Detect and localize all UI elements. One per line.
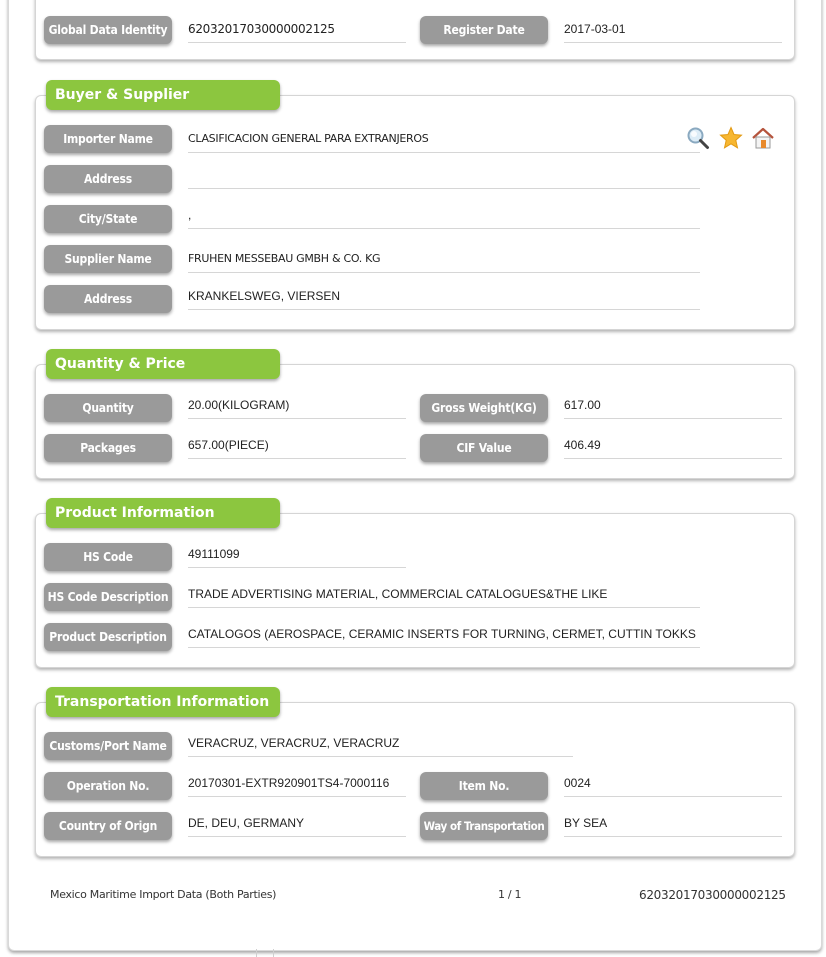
transportation-title: Transportation Information bbox=[46, 687, 280, 717]
country-of-origin-value: DE, DEU, GERMANY bbox=[188, 814, 406, 837]
item-no-label: Item No. bbox=[420, 772, 548, 800]
gross-weight-value: 617.00 bbox=[564, 396, 782, 419]
importer-name-label: Importer Name bbox=[44, 125, 172, 153]
home-icon[interactable] bbox=[751, 126, 775, 150]
quantity-value: 20.00(KILOGRAM) bbox=[188, 396, 406, 419]
product-title: Product Information bbox=[46, 498, 280, 528]
country-of-origin-label: Country of Orign bbox=[44, 812, 172, 840]
packages-label: Packages bbox=[44, 434, 172, 462]
bottom-divider bbox=[256, 949, 257, 957]
global-data-identity-value: 62032017030000002125 bbox=[188, 20, 406, 43]
city-state-value: , bbox=[188, 206, 700, 229]
city-state-label: City/State bbox=[44, 205, 172, 233]
hs-code-label: HS Code bbox=[44, 543, 172, 571]
quantity-price-title: Quantity & Price Information bbox=[46, 349, 280, 402]
customs-port-label: Customs/Port Name bbox=[44, 732, 172, 760]
supplier-name-label: Supplier Name bbox=[44, 245, 172, 273]
supplier-address-label: Address bbox=[44, 285, 172, 313]
importer-name-value: CLASIFICACION GENERAL PARA EXTRANJEROS bbox=[188, 130, 700, 153]
supplier-address-value: KRANKELSWEG, VIERSEN bbox=[188, 287, 700, 310]
footer-page: 1 / 1 bbox=[498, 888, 522, 901]
search-icon[interactable] bbox=[686, 126, 710, 150]
global-data-identity-label: Global Data Identity bbox=[44, 16, 172, 44]
customs-port-value: VERACRUZ, VERACRUZ, VERACRUZ bbox=[188, 734, 573, 757]
operation-no-label: Operation No. bbox=[44, 772, 172, 800]
register-date-value: 2017-03-01 bbox=[564, 20, 782, 43]
hs-code-value: 49111099 bbox=[188, 545, 406, 568]
footer-source: Mexico Maritime Import Data (Both Partie… bbox=[50, 888, 277, 901]
hs-code-description-label: HS Code Description bbox=[44, 583, 172, 611]
buyer-supplier-title: Buyer & Supplier Information bbox=[46, 80, 280, 133]
bottom-divider bbox=[273, 949, 274, 957]
item-no-value: 0024 bbox=[564, 774, 782, 797]
importer-address-value bbox=[188, 166, 700, 189]
register-date-label: Register Date bbox=[420, 16, 548, 44]
cif-value-value: 406.49 bbox=[564, 436, 782, 459]
hs-code-description-value: TRADE ADVERTISING MATERIAL, COMMERCIAL C… bbox=[188, 585, 700, 608]
importer-address-label: Address bbox=[44, 165, 172, 193]
quantity-label: Quantity bbox=[44, 394, 172, 422]
star-icon[interactable] bbox=[719, 126, 743, 150]
way-of-transportation-value: BY SEA bbox=[564, 814, 782, 837]
supplier-name-value: FRUHEN MESSEBAU GMBH & CO. KG bbox=[188, 250, 700, 273]
cif-value-label: CIF Value bbox=[420, 434, 548, 462]
way-of-transportation-label: Way of Transportation bbox=[420, 812, 548, 840]
product-description-label: Product Description bbox=[44, 623, 172, 651]
packages-value: 657.00(PIECE) bbox=[188, 436, 406, 459]
gross-weight-label: Gross Weight(KG) bbox=[420, 394, 548, 422]
footer-id: 62032017030000002125 bbox=[639, 888, 786, 902]
product-description-value: CATALOGOS (AEROSPACE, CERAMIC INSERTS FO… bbox=[188, 625, 700, 648]
operation-no-value: 20170301-EXTR920901TS4-7000116 bbox=[188, 774, 406, 797]
